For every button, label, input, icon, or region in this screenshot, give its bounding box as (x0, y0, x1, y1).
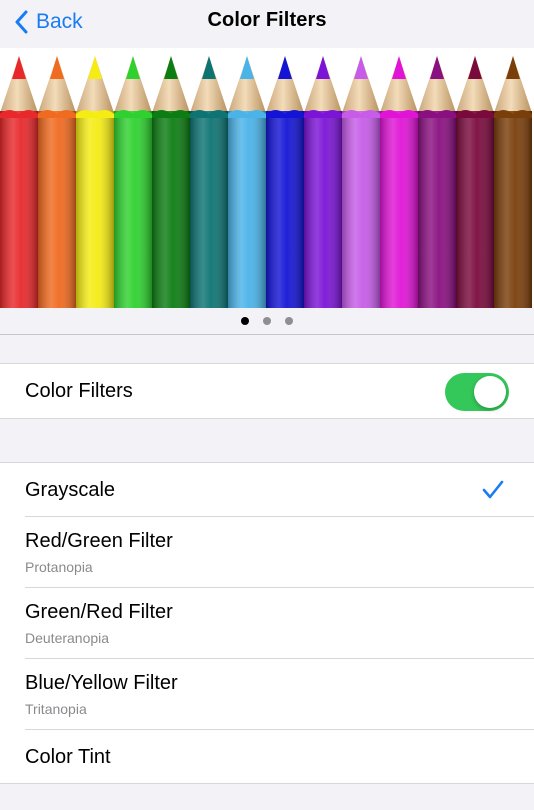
pencil (494, 56, 532, 308)
filter-option-title: Red/Green Filter (25, 530, 173, 552)
page-dot-1[interactable] (241, 317, 249, 325)
pencil (266, 56, 304, 308)
page-dot-2[interactable] (263, 317, 271, 325)
page-dot-3[interactable] (285, 317, 293, 325)
filter-option-blue-yellow[interactable]: Blue/Yellow Filter Tritanopia (0, 659, 534, 730)
pencil (76, 56, 114, 308)
pencil (0, 56, 38, 308)
color-pencils-preview[interactable] (0, 48, 534, 308)
filter-option-red-green[interactable]: Red/Green Filter Protanopia (0, 517, 534, 588)
pencil (114, 56, 152, 308)
color-pencils-image (0, 56, 532, 308)
filter-option-subtitle: Tritanopia (25, 701, 87, 717)
color-filters-toggle-group: Color Filters (0, 363, 534, 419)
filter-option-green-red[interactable]: Green/Red Filter Deuteranopia (0, 588, 534, 659)
filter-option-subtitle: Protanopia (25, 559, 93, 575)
divider (0, 334, 534, 335)
filter-options-group: Grayscale Red/Green Filter Protanopia Gr… (0, 462, 534, 784)
pencil (380, 56, 418, 308)
pencil (304, 56, 342, 308)
color-filters-switch[interactable] (445, 373, 509, 411)
filter-option-grayscale[interactable]: Grayscale (0, 463, 534, 517)
pencil (152, 56, 190, 308)
pencil (190, 56, 228, 308)
switch-knob (474, 376, 506, 408)
page-title: Color Filters (207, 9, 327, 31)
pencil (418, 56, 456, 308)
filter-option-title: Blue/Yellow Filter (25, 672, 178, 694)
filter-option-subtitle: Deuteranopia (25, 630, 110, 646)
pencil (38, 56, 76, 308)
pencil (228, 56, 266, 308)
pencil (342, 56, 380, 308)
filter-option-color-tint[interactable]: Color Tint (0, 730, 534, 783)
navigation-bar: Back Color Filters (0, 0, 534, 48)
checkmark-icon (482, 480, 504, 499)
filter-option-title: Grayscale (25, 479, 116, 501)
filter-option-title: Color Tint (25, 746, 111, 768)
page-indicator[interactable] (0, 308, 534, 334)
color-filters-toggle-row[interactable]: Color Filters (0, 364, 534, 418)
filter-option-title: Green/Red Filter (25, 601, 173, 623)
pencil (456, 56, 494, 308)
color-filters-toggle-label: Color Filters (25, 380, 133, 402)
